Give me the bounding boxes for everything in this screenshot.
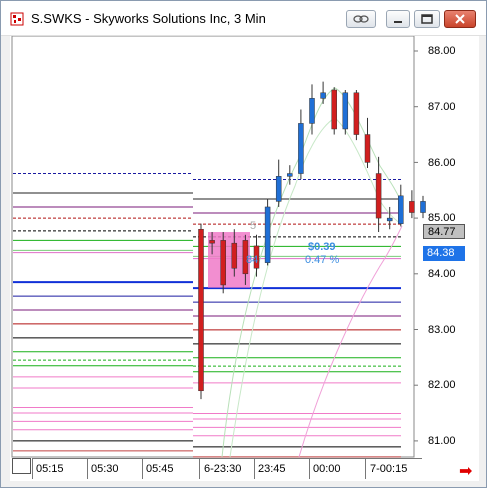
y-tick-label: 86.00 [428,157,456,169]
change-amount-label: $0.39 [308,241,336,253]
x-tick-label: 05:30 [91,463,119,475]
x-tick-label: 05:45 [146,463,174,475]
close-icon [455,14,465,24]
price-chart[interactable] [10,36,479,458]
x-tick-label: 00:00 [313,463,341,475]
candle-body [375,173,382,219]
axis-corner-box[interactable] [12,458,31,474]
x-tick-label: 7-00:15 [370,463,408,475]
candle-body [409,201,415,213]
candle-body [331,89,337,130]
candle-body [342,92,349,130]
title-bar[interactable]: S.SWKS - Skyworks Solutions Inc, 3 Min [1,1,486,36]
scroll-right-arrow-icon[interactable]: ➡ [459,461,472,481]
candle-body [320,92,326,99]
last-price-tag: 84.77 [423,224,465,239]
x-tick [309,459,310,479]
candle-body [287,173,293,177]
chart-window: S.SWKS - Skyworks Solutions Inc, 3 Min 8… [0,0,487,488]
close-button[interactable] [444,10,476,28]
current-price-tag: 84.38 [423,246,465,261]
x-tick-label: 23:45 [258,463,286,475]
link-icon [353,15,369,23]
partial-label-b: 5 [250,220,257,232]
window-title: S.SWKS - Skyworks Solutions Inc, 3 Min [31,11,266,26]
candle-body [386,217,393,222]
candle-body [231,242,238,269]
x-tick-label: 6-23:30 [204,463,242,475]
candle-body [309,98,315,124]
change-percent-label: 0.47 % [305,254,340,266]
partial-label-a: 84 [246,254,259,266]
y-axis-ticks [414,50,418,442]
x-tick [199,459,200,479]
maximize-button[interactable] [414,10,440,28]
x-tick-label: 05:15 [36,463,64,475]
candle-body [209,240,215,244]
minimize-button[interactable] [386,10,410,28]
link-button[interactable] [346,10,376,28]
chart-area[interactable]: 88.00 87.00 86.00 85.00 84.00 83.00 82.0… [10,36,479,481]
minimize-icon [394,21,402,23]
candle-body [264,206,271,263]
y-tick-label: 87.00 [428,101,456,113]
time-axis[interactable]: 05:15 05:30 05:45 6-23:30 23:45 00:00 7-… [32,458,422,479]
candle-body [298,123,304,174]
x-tick [254,459,255,479]
x-tick [142,459,143,479]
x-tick [365,459,366,479]
y-tick-label: 84.00 [428,268,456,280]
y-tick-label: 83.00 [428,324,456,336]
candle-body [398,195,404,224]
candle-body [198,228,204,392]
y-tick-label: 85.00 [428,212,456,224]
app-icon [10,12,24,26]
maximize-icon [421,14,433,24]
y-tick-label: 81.00 [428,435,456,447]
x-tick [32,459,33,479]
candle-body [220,240,226,286]
y-tick-label: 82.00 [428,379,456,391]
candle-body [275,176,282,202]
y-tick-label: 88.00 [428,45,456,57]
candle-body [420,201,426,213]
candle-body [364,134,371,163]
x-tick [87,459,88,479]
candle-body [353,92,360,135]
